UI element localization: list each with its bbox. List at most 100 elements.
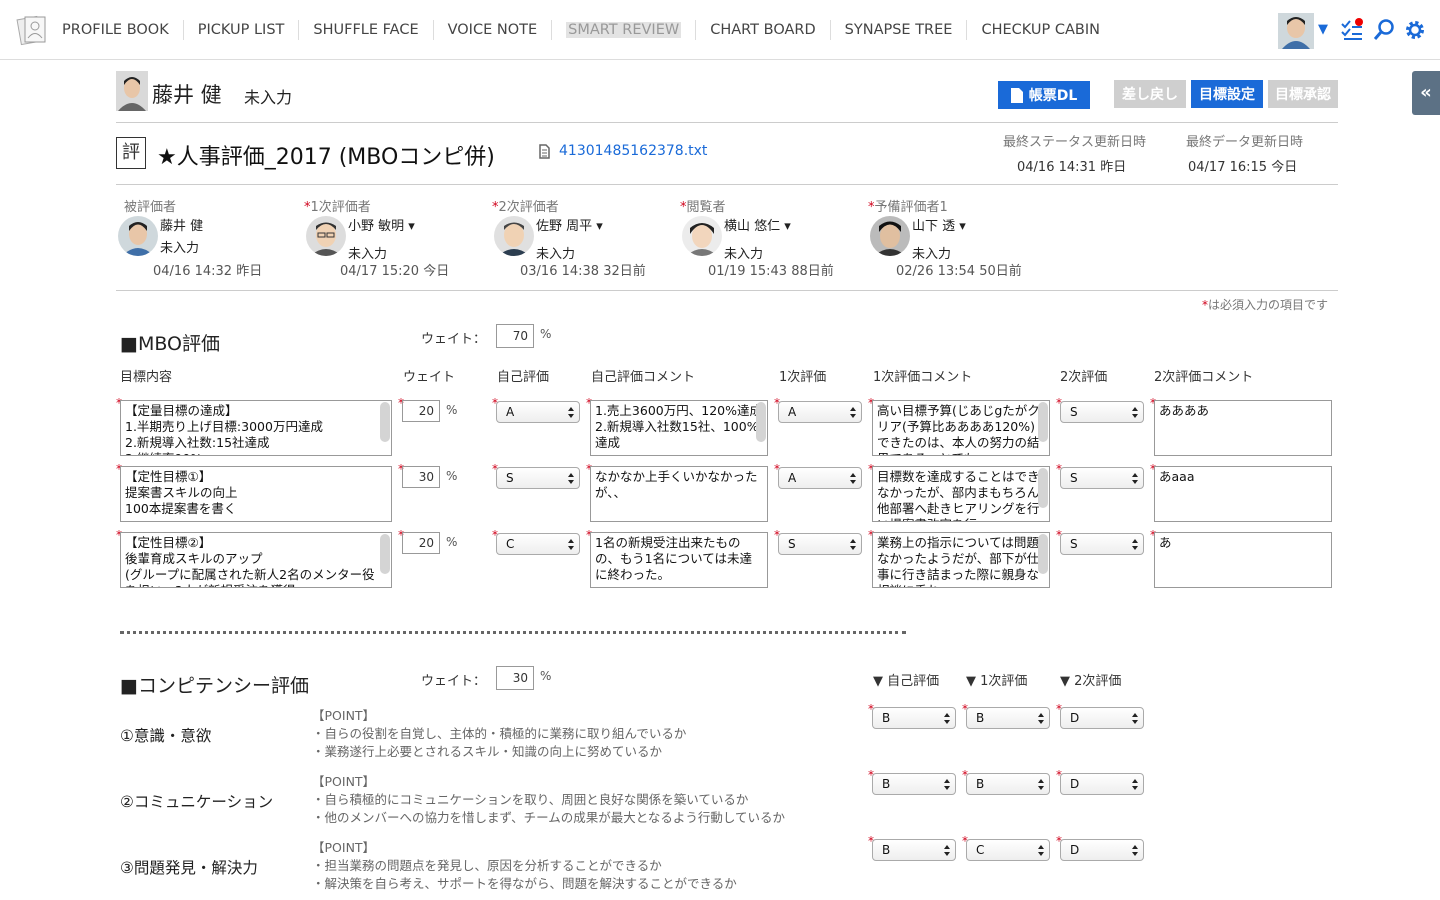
second-comment-textarea[interactable]: あ (1154, 532, 1332, 588)
first-comment-text: 目標数を達成することはできなかったが、部内まもちろん他部署へ赴きヒアリングを行い… (877, 469, 1040, 521)
goal-weight-input[interactable]: 20 (402, 400, 440, 422)
point-line: ・自ら積極的にコミュニケーションを取り、周囲と良好な関係を築いているか (312, 792, 749, 807)
goal-textarea[interactable]: 【定性目標②】 後輩育成スキルのアップ (グループに配属された新人2名のメンター… (120, 532, 392, 588)
role-label: *2次評価者 (492, 196, 559, 215)
goal-textarea[interactable]: 【定性目標①】 提案書スキルの向上 100本提案書を書く (120, 466, 392, 522)
person-name-dropdown[interactable]: 横山 悠仁 ▾ (724, 215, 791, 234)
comp-second-select[interactable]: D (1060, 707, 1144, 729)
collapse-panel-button[interactable]: « (1412, 71, 1440, 115)
person-date: 03/16 14:38 32日前 (520, 264, 646, 279)
nav-checkup-cabin[interactable]: CHECKUP CABIN (967, 20, 1114, 40)
nav-smart-review[interactable]: SMART REVIEW (552, 20, 697, 40)
col-self-eval-toggle[interactable]: ▼ 自己評価 (873, 670, 939, 689)
person-name-dropdown[interactable]: 山下 透 ▾ (912, 215, 966, 234)
last-data-label: 最終データ更新日時 (1186, 135, 1304, 150)
percent-label: % (446, 469, 458, 483)
goal-weight-input[interactable]: 30 (402, 466, 440, 488)
self-eval-select[interactable]: C (496, 533, 580, 555)
col-first: 1次評価 (779, 370, 827, 385)
col-second: 2次評価 (1060, 370, 1108, 385)
percent-label: % (540, 327, 552, 341)
col-first-eval-toggle[interactable]: ▼ 1次評価 (966, 670, 1027, 689)
col-second-eval-toggle[interactable]: ▼ 2次評価 (1060, 670, 1121, 689)
first-eval-select[interactable]: A (778, 467, 862, 489)
nav-chart-board[interactable]: CHART BOARD (696, 20, 831, 40)
nav-pickup-list[interactable]: PICKUP LIST (184, 20, 300, 40)
scrollbar[interactable] (756, 402, 766, 442)
role-label: *閲覧者 (680, 196, 726, 215)
second-eval-select[interactable]: S (1060, 467, 1144, 489)
second-eval-select[interactable]: S (1060, 401, 1144, 423)
scrollbar[interactable] (1038, 468, 1048, 508)
competency-weight-input[interactable]: 30 (496, 666, 534, 690)
checklist-icon[interactable] (1340, 18, 1364, 42)
scrollbar[interactable] (380, 534, 390, 574)
person-name-dropdown[interactable]: 小野 敏明 ▾ (348, 215, 415, 234)
first-comment-text: 業務上の指示については問題なかったようだが、部下が仕事に行き詰まった際に親身な相… (877, 535, 1040, 587)
nav-voice-note[interactable]: VOICE NOTE (434, 20, 553, 40)
comp-first-select[interactable]: B (966, 773, 1050, 795)
second-comment-textarea[interactable]: ああああ (1154, 400, 1332, 456)
first-eval-select[interactable]: S (778, 533, 862, 555)
self-comment-textarea[interactable]: なかなか上手くいかなかったが、、 (590, 466, 768, 522)
evaluation-title: ★人事評価_2017 (MBOコンピ併) (157, 145, 495, 170)
self-comment-textarea[interactable]: 1名の新規受注出来たものの、もう1名については未達に終わった。 (590, 532, 768, 588)
percent-label: % (540, 669, 552, 683)
user-avatar[interactable] (1278, 13, 1314, 49)
download-report-button[interactable]: 帳票DL (998, 81, 1090, 109)
point-title: 【POINT】 (312, 840, 376, 855)
person-name-dropdown[interactable]: 佐野 周平 ▾ (536, 215, 603, 234)
point-line: ・他のメンバーへの協力を惜しまず、チームの成果が最大となるよう行動しているか (312, 810, 786, 825)
competency-name: ①意識・意欲 (120, 727, 212, 745)
first-eval-select[interactable]: A (778, 401, 862, 423)
point-line: ・自らの役割を自覚し、主体的・積極的に業務に取り組んでいるか (312, 726, 687, 741)
first-comment-textarea[interactable]: 高い目標予算(じあじgたがクリア(予算比ああああ120%)できたのは、本人の努力… (872, 400, 1050, 456)
comp-second-select[interactable]: D (1060, 839, 1144, 861)
required-note: *は必須入力の項目です (1202, 296, 1328, 313)
self-eval-select[interactable]: A (496, 401, 580, 423)
search-icon[interactable] (1372, 18, 1396, 42)
download-report-label: 帳票DL (1028, 88, 1078, 104)
person-avatar (870, 216, 910, 256)
comp-self-select[interactable]: B (872, 839, 956, 861)
self-comment-textarea[interactable]: 1.売上3600万円、120%達成 2.新規導入社数15社、100%達成 (590, 400, 768, 456)
person-name-label: 山下 透 (912, 219, 956, 234)
section-divider (120, 631, 906, 637)
goal-approve-button[interactable]: 目標承認 (1268, 80, 1338, 108)
second-eval-select[interactable]: S (1060, 533, 1144, 555)
gear-icon[interactable] (1403, 18, 1427, 42)
comp-first-select[interactable]: B (966, 707, 1050, 729)
comp-first-select[interactable]: C (966, 839, 1050, 861)
person-date: 02/26 13:54 50日前 (896, 264, 1022, 279)
user-menu-chevron-down-icon[interactable]: ▼ (1318, 22, 1328, 37)
evaluatee-avatar (116, 71, 148, 111)
nav-synapse-tree[interactable]: SYNAPSE TREE (831, 20, 968, 40)
goal-setting-button[interactable]: 目標設定 (1191, 80, 1263, 108)
return-button[interactable]: 差し戻し (1114, 80, 1186, 108)
nav-profile-book[interactable]: PROFILE BOOK (48, 20, 184, 40)
scrollbar[interactable] (1038, 402, 1048, 442)
goal-textarea[interactable]: 【定量目標の達成】 1.半期売り上げ目標:3000万円達成 2.新規導入社数:1… (120, 400, 392, 456)
mbo-weight-input[interactable]: 70 (496, 324, 534, 348)
person-name: 藤井 健 (160, 219, 204, 234)
comp-second-select[interactable]: D (1060, 773, 1144, 795)
scrollbar[interactable] (380, 402, 390, 442)
competency-point: 【POINT】 ・担当業務の問題点を発見し、原因を分析することができるか ・解決… (312, 839, 737, 893)
app-logo-icon[interactable] (16, 13, 48, 47)
attachment-link[interactable]: 41301485162378.txt (559, 143, 707, 159)
required-note-text: は必須入力の項目です (1208, 298, 1329, 312)
self-eval-select[interactable]: S (496, 467, 580, 489)
person-avatar (682, 216, 722, 256)
person-name-label: 佐野 周平 (536, 219, 593, 234)
point-line: ・解決策を自ら考え、サポートを得ながら、問題を解決することができるか (312, 876, 737, 891)
nav-shuffle-face[interactable]: SHUFFLE FACE (299, 20, 434, 40)
person-avatar (118, 216, 158, 256)
scrollbar[interactable] (1038, 534, 1048, 574)
second-comment-textarea[interactable]: あaaa (1154, 466, 1332, 522)
first-comment-textarea[interactable]: 目標数を達成することはできなかったが、部内まもちろん他部署へ赴きヒアリングを行い… (872, 466, 1050, 522)
goal-weight-input[interactable]: 20 (402, 532, 440, 554)
comp-self-select[interactable]: B (872, 773, 956, 795)
first-comment-textarea[interactable]: 業務上の指示については問題なかったようだが、部下が仕事に行き詰まった際に親身な相… (872, 532, 1050, 588)
comp-self-select[interactable]: B (872, 707, 956, 729)
role-label: 被評価者 (124, 200, 177, 215)
